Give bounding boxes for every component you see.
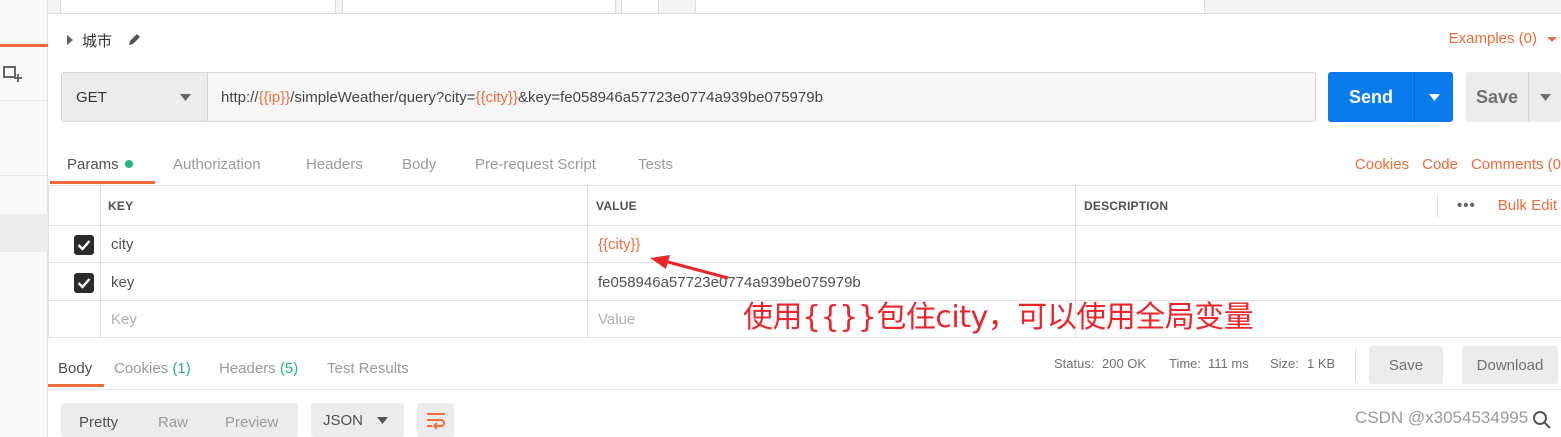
request-tab[interactable] bbox=[621, 0, 659, 14]
table-actions: ••• Bulk Edit bbox=[1457, 197, 1557, 214]
status-label: Status: bbox=[1054, 356, 1095, 371]
response-tab-test-results[interactable]: Test Results bbox=[327, 360, 409, 377]
headers-count: (5) bbox=[279, 360, 299, 377]
more-icon[interactable]: ••• bbox=[1457, 197, 1476, 214]
format-pretty[interactable]: Pretty bbox=[79, 414, 118, 431]
request-tabs: Params Authorization Headers Body Pre-re… bbox=[48, 146, 1561, 186]
sidebar-selected-item[interactable] bbox=[0, 214, 48, 252]
url-variable: {{city}} bbox=[475, 88, 519, 106]
format-raw[interactable]: Raw bbox=[158, 414, 188, 431]
time-label: Time: bbox=[1169, 356, 1202, 371]
language-select[interactable]: JSON bbox=[311, 403, 404, 437]
response-tab-cookies[interactable]: Cookies (1) bbox=[114, 360, 191, 377]
save-button[interactable]: Save bbox=[1466, 72, 1561, 122]
new-value-input[interactable]: Value bbox=[598, 311, 635, 328]
response-tab-cookies-label: Cookies bbox=[114, 360, 169, 377]
cookies-link[interactable]: Cookies bbox=[1355, 156, 1409, 173]
active-tab-underline bbox=[50, 181, 155, 184]
tab-body[interactable]: Body bbox=[402, 156, 436, 173]
url-segment: /simpleWeather/query?city= bbox=[290, 88, 476, 106]
method-select[interactable]: GET bbox=[62, 73, 208, 121]
tab-tests[interactable]: Tests bbox=[638, 156, 673, 173]
wrap-lines-button[interactable] bbox=[417, 403, 454, 437]
url-segment: &key=fe058946a57723e0774a939be075979b bbox=[518, 88, 823, 106]
table-divider bbox=[48, 337, 1561, 338]
format-preview[interactable]: Preview bbox=[225, 414, 278, 431]
time-value: 111 ms bbox=[1208, 356, 1249, 371]
checkbox-checked-icon[interactable] bbox=[74, 273, 94, 293]
url-variable: {{ip}} bbox=[258, 88, 291, 106]
environment-selector[interactable] bbox=[695, 0, 1205, 14]
examples-label: Examples (0) bbox=[1448, 30, 1537, 47]
bulk-edit-link[interactable]: Bulk Edit bbox=[1498, 197, 1557, 214]
comments-link[interactable]: Comments (0 bbox=[1471, 156, 1561, 173]
response-tab-body[interactable]: Body bbox=[58, 360, 92, 377]
new-key-input[interactable]: Key bbox=[111, 311, 137, 328]
checkbox-checked-icon[interactable] bbox=[74, 235, 94, 255]
request-tab[interactable] bbox=[342, 0, 616, 14]
tab-params[interactable]: Params bbox=[67, 156, 133, 173]
table-divider bbox=[587, 186, 588, 338]
table-divider bbox=[48, 262, 1561, 263]
chevron-down-icon bbox=[1428, 93, 1440, 101]
send-label: Send bbox=[1348, 86, 1393, 107]
tab-pre-request-script[interactable]: Pre-request Script bbox=[475, 156, 596, 173]
edit-icon[interactable] bbox=[126, 32, 142, 48]
save-label: Save bbox=[1475, 86, 1519, 107]
chevron-down-icon bbox=[180, 93, 191, 101]
tab-headers[interactable]: Headers bbox=[306, 156, 363, 173]
download-button[interactable]: Download bbox=[1462, 346, 1558, 384]
code-link[interactable]: Code bbox=[1422, 156, 1458, 173]
format-toggle-group: Pretty Raw Preview bbox=[61, 403, 298, 437]
url-bar: GET http://{{ip}}/simpleWeather/query?ci… bbox=[61, 72, 1316, 122]
status-divider bbox=[1355, 349, 1356, 381]
language-label: JSON bbox=[323, 411, 364, 429]
annotation-arrow bbox=[650, 255, 729, 280]
chevron-down-icon bbox=[1539, 93, 1551, 101]
request-tab[interactable] bbox=[60, 0, 336, 14]
status-value: 200 OK bbox=[1102, 356, 1147, 371]
url-segment: http:// bbox=[221, 88, 259, 106]
request-name: 城市 bbox=[82, 32, 113, 50]
send-options-button[interactable] bbox=[1414, 72, 1453, 122]
description-column-header: DESCRIPTION bbox=[1084, 199, 1169, 213]
table-divider bbox=[48, 186, 49, 338]
response-tab-headers-label: Headers bbox=[219, 360, 276, 377]
search-icon[interactable] bbox=[1532, 410, 1552, 430]
new-request-icon[interactable] bbox=[2, 62, 26, 86]
table-divider bbox=[1437, 194, 1438, 218]
method-label: GET bbox=[76, 88, 107, 106]
chevron-down-icon bbox=[377, 416, 388, 424]
request-links: Cookies Code Comments (0 bbox=[1355, 156, 1561, 173]
table-divider bbox=[48, 225, 1561, 226]
chevron-down-icon bbox=[1547, 36, 1557, 42]
url-input[interactable]: http://{{ip}}/simpleWeather/query?city={… bbox=[208, 73, 1315, 121]
param-key[interactable]: city bbox=[111, 236, 134, 253]
tab-authorization[interactable]: Authorization bbox=[173, 156, 261, 173]
sidebar-divider bbox=[0, 175, 48, 176]
active-response-tab-underline bbox=[48, 384, 104, 387]
save-response-button[interactable]: Save bbox=[1369, 346, 1443, 384]
annotation-text: 使用{{}}包住city，可以使用全局变量 bbox=[743, 300, 1254, 335]
caret-right-icon[interactable] bbox=[66, 35, 74, 45]
tab-params-label: Params bbox=[67, 156, 119, 173]
response-tab-headers[interactable]: Headers (5) bbox=[219, 360, 298, 377]
examples-link[interactable]: Examples (0) bbox=[1449, 30, 1557, 47]
size-value: 1 KB bbox=[1307, 356, 1336, 371]
table-divider bbox=[100, 186, 101, 338]
request-name-row: 城市 bbox=[66, 30, 142, 50]
sidebar-divider bbox=[0, 100, 48, 101]
params-indicator-dot bbox=[124, 160, 133, 168]
watermark: CSDN @x3054534995 bbox=[1355, 408, 1529, 427]
key-column-header: KEY bbox=[108, 199, 134, 213]
param-value[interactable]: {{city}} bbox=[598, 236, 641, 253]
value-column-header: VALUE bbox=[596, 199, 637, 213]
param-key[interactable]: key bbox=[111, 274, 134, 291]
save-options-button[interactable] bbox=[1528, 72, 1561, 122]
wrap-lines-icon bbox=[426, 413, 445, 429]
size-label: Size: bbox=[1270, 356, 1299, 371]
cookies-count: (1) bbox=[172, 360, 191, 377]
send-button[interactable]: Send bbox=[1328, 72, 1453, 122]
sidebar-active-indicator bbox=[0, 44, 48, 47]
